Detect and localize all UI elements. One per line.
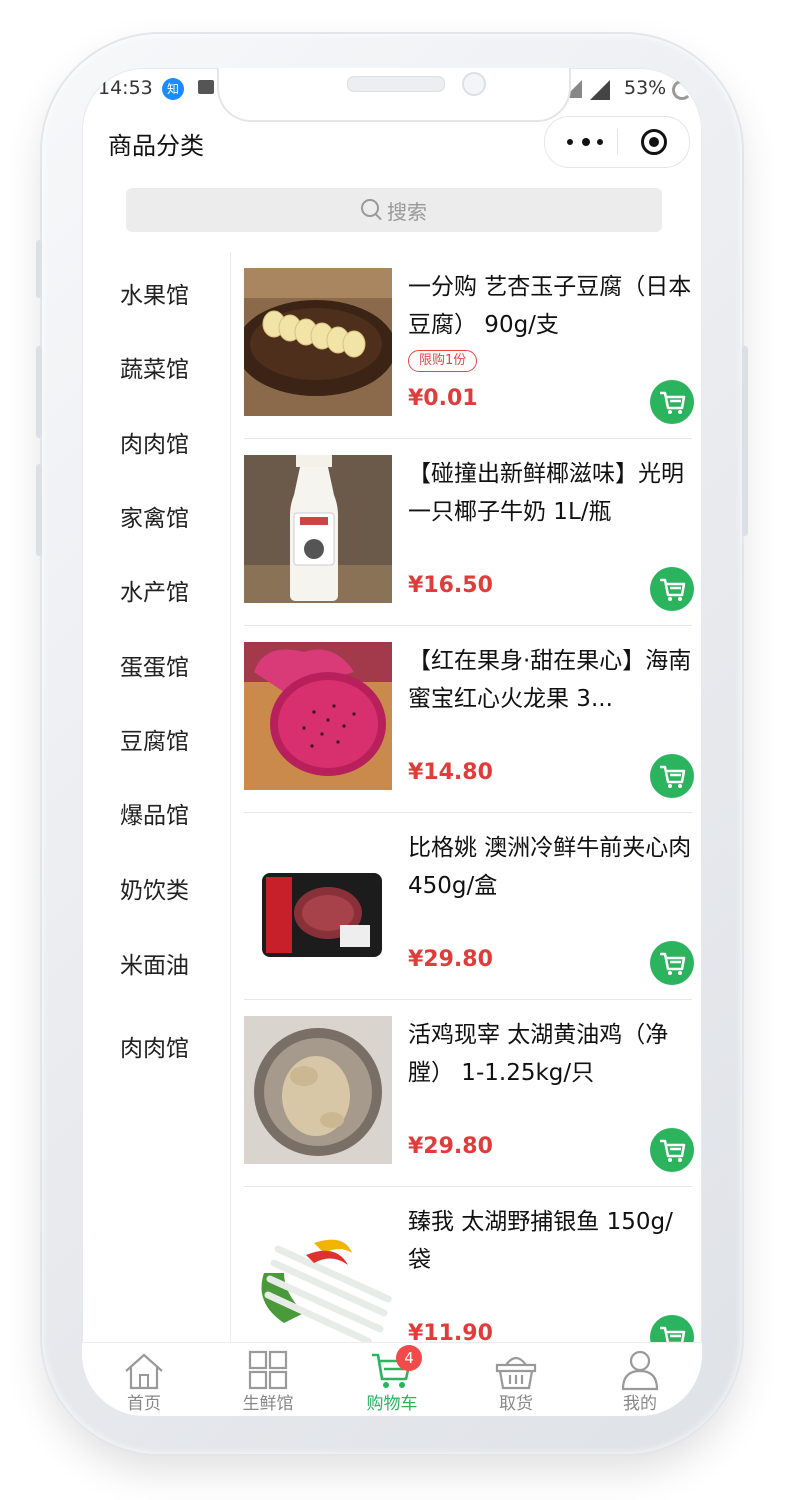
phone-side-button — [36, 240, 42, 298]
add-to-cart-button[interactable] — [650, 754, 694, 798]
phone-volume-up — [36, 346, 42, 438]
battery-percentage: 53% — [624, 77, 667, 99]
signal-strength-icon — [590, 80, 610, 100]
product-image-tofu[interactable] — [244, 268, 392, 416]
tab-label-me: 我的 — [623, 1394, 657, 1414]
product-price: ¥16.50 — [408, 573, 493, 598]
sidebar-item-tofu[interactable]: 豆腐馆 — [120, 722, 189, 756]
product-list: 一分购 艺杏玉子豆腐（日本豆腐） 90g/支 限购1份 ¥0.01 【碰撞出新鲜… — [230, 252, 702, 1342]
add-to-cart-button[interactable] — [650, 941, 694, 985]
user-icon — [621, 1350, 659, 1391]
phone-volume-down — [36, 464, 42, 556]
sidebar-item-vegetable[interactable]: 蔬菜馆 — [120, 350, 189, 384]
sidebar-item-poultry[interactable]: 家禽馆 — [120, 499, 189, 533]
tab-home[interactable]: 首页 — [82, 1343, 206, 1416]
sidebar-item-eggs[interactable]: 蛋蛋馆 — [120, 648, 189, 682]
cart-icon — [660, 952, 686, 975]
product-image-chicken[interactable] — [244, 1016, 392, 1164]
speaker-grille — [347, 76, 445, 92]
cart-icon — [660, 765, 686, 788]
bottom-tabbar: 首页 生鲜馆 4 购物车 取货 我的 — [82, 1342, 702, 1416]
phone-power-button — [742, 346, 748, 536]
product-card[interactable]: 一分购 艺杏玉子豆腐（日本豆腐） 90g/支 限购1份 ¥0.01 — [230, 252, 702, 439]
tab-label-pickup: 取货 — [499, 1394, 533, 1414]
product-name[interactable]: 【红在果身·甜在果心】海南蜜宝红心火龙果 3... — [408, 642, 692, 718]
sidebar-item-fruit[interactable]: 水果馆 — [120, 276, 189, 310]
target-circle-icon[interactable] — [641, 129, 667, 155]
sidebar-item-dairy[interactable]: 奶饮类 — [120, 871, 189, 905]
product-price: ¥29.80 — [408, 1134, 493, 1159]
product-image-coconut-milk[interactable] — [244, 455, 392, 603]
product-price: ¥11.90 — [408, 1321, 493, 1342]
sidebar-item-grain-oil[interactable]: 米面油 — [120, 946, 189, 980]
sidebar-item-meat[interactable]: 肉肉馆 — [120, 425, 189, 459]
product-price: ¥29.80 — [408, 947, 493, 972]
cart-count-badge: 4 — [396, 1345, 422, 1371]
product-image-silver-fish[interactable] — [244, 1203, 392, 1342]
product-name[interactable]: 比格姚 澳洲冷鲜牛前夹心肉 450g/盒 — [408, 829, 692, 905]
product-name[interactable]: 一分购 艺杏玉子豆腐（日本豆腐） 90g/支 — [408, 268, 692, 344]
product-card[interactable]: 比格姚 澳洲冷鲜牛前夹心肉 450g/盒 ¥29.80 — [230, 813, 702, 1000]
product-price: ¥14.80 — [408, 760, 493, 785]
product-name[interactable]: 活鸡现宰 太湖黄油鸡（净膛） 1-1.25kg/只 — [408, 1016, 692, 1092]
product-price: ¥0.01 — [408, 386, 478, 411]
grid-icon — [248, 1350, 288, 1390]
product-name[interactable]: 【碰撞出新鲜椰滋味】光明 一只椰子牛奶 1L/瓶 — [408, 455, 692, 531]
cart-icon — [660, 1139, 686, 1162]
front-camera — [462, 72, 486, 96]
product-name[interactable]: 臻我 太湖野捕银鱼 150g/袋 — [408, 1203, 692, 1279]
add-to-cart-button[interactable] — [650, 567, 694, 611]
basket-icon — [495, 1356, 537, 1390]
product-card[interactable]: 活鸡现宰 太湖黄油鸡（净膛） 1-1.25kg/只 ¥29.80 — [230, 1000, 702, 1187]
add-to-cart-button[interactable] — [650, 380, 694, 424]
tab-cart[interactable]: 4 购物车 — [330, 1343, 454, 1416]
sidebar-item-meat-2[interactable]: 肉肉馆 — [120, 1029, 189, 1063]
tab-label-fresh: 生鲜馆 — [242, 1394, 294, 1414]
tab-label-cart: 购物车 — [366, 1394, 418, 1414]
limit-badge: 限购1份 — [408, 350, 478, 372]
product-card[interactable]: 【碰撞出新鲜椰滋味】光明 一只椰子牛奶 1L/瓶 ¥16.50 — [230, 439, 702, 626]
home-icon — [125, 1353, 163, 1390]
product-card[interactable]: 臻我 太湖野捕银鱼 150g/袋 ¥11.90 — [230, 1187, 702, 1342]
cart-icon — [660, 1326, 686, 1342]
capsule-divider — [617, 129, 618, 155]
search-bar[interactable]: 搜索 — [126, 188, 662, 232]
page-title: 商品分类 — [108, 132, 204, 160]
cart-icon — [660, 391, 686, 414]
more-dots-icon[interactable] — [567, 131, 603, 151]
image-notification-icon — [198, 80, 214, 94]
phone-notch — [217, 68, 571, 122]
tab-pickup[interactable]: 取货 — [454, 1343, 578, 1416]
sidebar-item-seafood[interactable]: 水产馆 — [120, 573, 189, 607]
tab-fresh[interactable]: 生鲜馆 — [206, 1343, 330, 1416]
product-image-dragon-fruit[interactable] — [244, 642, 392, 790]
sidebar-item-hot[interactable]: 爆品馆 — [120, 796, 189, 830]
cart-icon — [660, 578, 686, 601]
product-image-beef[interactable] — [244, 829, 392, 977]
battery-icon — [672, 80, 692, 100]
tab-me[interactable]: 我的 — [578, 1343, 702, 1416]
search-placeholder: 搜索 — [387, 199, 427, 224]
search-icon — [361, 199, 379, 217]
miniprogram-capsule — [544, 116, 690, 168]
category-sidebar: 水果馆 蔬菜馆 肉肉馆 家禽馆 水产馆 蛋蛋馆 豆腐馆 爆品馆 奶饮类 米面油 … — [82, 252, 231, 1342]
add-to-cart-button[interactable] — [650, 1128, 694, 1172]
phone-screen: 14:53 知 53% 商品分类 搜索 水果馆 蔬菜馆 肉肉馆 家禽馆 水产馆 … — [82, 68, 702, 1416]
tab-label-home: 首页 — [127, 1394, 161, 1414]
add-to-cart-button[interactable] — [650, 1315, 694, 1342]
product-card[interactable]: 【红在果身·甜在果心】海南蜜宝红心火龙果 3... ¥14.80 — [230, 626, 702, 813]
zhihu-notification-icon: 知 — [162, 78, 184, 100]
status-time: 14:53 — [98, 77, 153, 99]
